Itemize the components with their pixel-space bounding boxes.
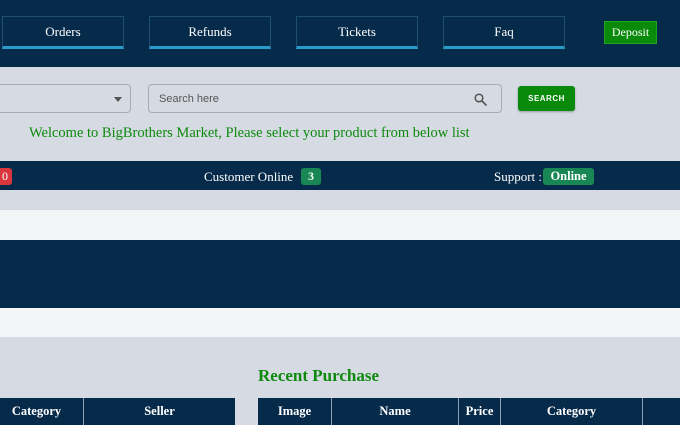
search-icon[interactable] [474,93,487,111]
deposit-button[interactable]: Deposit [604,21,657,44]
search-button[interactable]: SEARCH [518,86,575,111]
right-header-image: Image [258,398,332,425]
nav-refunds-label: Refunds [188,23,232,39]
customer-online-label: Customer Online [204,169,294,184]
nav-refunds-button[interactable]: Refunds [149,16,271,49]
right-table-header: Image Name Price Category [258,398,680,425]
banner-block [0,240,680,308]
support-status-badge: Online [543,168,594,185]
search-box [148,84,502,113]
left-table-header: Category Seller [0,398,235,425]
right-header-category: Category [501,398,643,425]
nav-orders-label: Orders [45,23,81,39]
nav-faq-button[interactable]: Faq [443,16,565,49]
deposit-label: Deposit [611,25,650,39]
right-header-price: Price [459,398,501,425]
nav-faq-label: Faq [494,23,514,39]
status-left-badge: 0 [0,168,12,185]
search-button-label: SEARCH [528,94,565,103]
right-header-name: Name [332,398,459,425]
left-header-seller: Seller [144,404,175,418]
nav-tickets-label: Tickets [338,23,376,39]
nav-orders-button[interactable]: Orders [2,16,124,49]
recent-purchase-title: Recent Purchase [258,366,380,385]
chevron-down-icon [114,97,122,102]
left-header-category: Category [0,398,84,425]
search-input[interactable] [159,91,459,107]
category-select[interactable] [0,84,131,113]
welcome-message: Welcome to BigBrothers Market, Please se… [29,125,470,141]
status-bar: 0 Customer Online 3 Support : Online [0,161,680,190]
content-stripe-top [0,210,680,240]
customer-online-count-badge: 3 [301,168,321,185]
content-stripe-bottom [0,308,680,337]
nav-tickets-button[interactable]: Tickets [296,16,418,49]
top-navbar: Orders Refunds Tickets Faq Deposit [0,0,680,67]
support-label: Support : [494,169,543,184]
